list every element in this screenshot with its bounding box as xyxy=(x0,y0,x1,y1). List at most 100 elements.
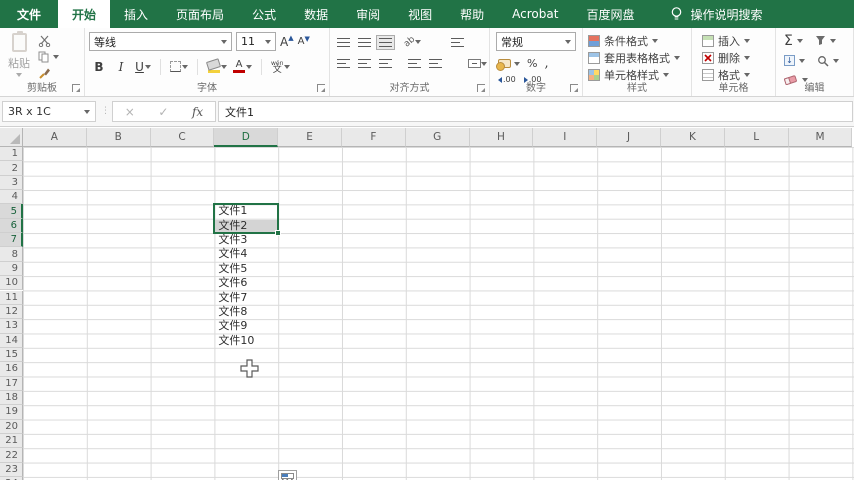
row-header-10[interactable]: 10 xyxy=(0,276,23,291)
insert-cells-button[interactable]: 插入 xyxy=(702,32,775,49)
clipboard-dialog-launcher[interactable] xyxy=(72,84,80,92)
row-header-6[interactable]: 6 xyxy=(0,218,23,234)
cell-D8[interactable]: 文件4 xyxy=(214,247,278,261)
paste-button[interactable]: 粘贴 xyxy=(0,28,38,79)
format-painter-button[interactable] xyxy=(38,66,59,79)
cut-button[interactable] xyxy=(38,34,59,47)
font-name-input[interactable]: 等线 xyxy=(89,32,232,51)
percent-style-button[interactable]: % xyxy=(527,57,537,70)
row-header-17[interactable]: 17 xyxy=(0,376,23,391)
cell-D11[interactable]: 文件7 xyxy=(214,291,278,305)
column-header-D[interactable]: D xyxy=(214,128,279,147)
wrap-text-button[interactable] xyxy=(448,35,467,50)
phonetic-guide-button[interactable]: wén 文 xyxy=(271,58,291,75)
row-header-3[interactable]: 3 xyxy=(0,175,23,191)
column-header-A[interactable]: A xyxy=(23,128,87,147)
column-header-L[interactable]: L xyxy=(724,128,789,147)
number-dialog-launcher[interactable] xyxy=(570,84,578,92)
row-header-20[interactable]: 20 xyxy=(0,419,23,434)
row-header-2[interactable]: 2 xyxy=(0,161,23,176)
merge-center-button[interactable] xyxy=(465,56,490,71)
tab-data[interactable]: 数据 xyxy=(290,0,342,28)
name-box[interactable]: 3R x 1C xyxy=(2,101,96,122)
find-select-button[interactable] xyxy=(817,52,839,69)
row-header-19[interactable]: 19 xyxy=(0,405,23,420)
align-left-button[interactable] xyxy=(334,56,353,71)
align-top-button[interactable] xyxy=(334,35,353,50)
cell-D7[interactable]: 文件3 xyxy=(214,233,278,247)
quick-analysis-button[interactable]: ••• xyxy=(278,470,297,480)
italic-button[interactable]: I xyxy=(113,58,129,75)
font-size-input[interactable]: 11 xyxy=(236,32,276,51)
row-header-5[interactable]: 5 xyxy=(0,204,23,219)
increase-indent-button[interactable] xyxy=(426,56,449,71)
tab-view[interactable]: 视图 xyxy=(394,0,446,28)
insert-function-button[interactable]: fx xyxy=(192,105,203,119)
enter-button[interactable]: ✓ xyxy=(158,105,168,119)
font-color-button[interactable]: A xyxy=(233,58,252,75)
row-header-11[interactable]: 11 xyxy=(0,290,23,305)
column-header-F[interactable]: F xyxy=(342,128,406,147)
column-header-K[interactable]: K xyxy=(661,128,725,147)
tab-formulas[interactable]: 公式 xyxy=(238,0,290,28)
select-all-button[interactable] xyxy=(0,128,23,147)
sort-filter-button[interactable] xyxy=(815,32,836,49)
align-center-button[interactable] xyxy=(355,56,374,71)
sheet-area[interactable] xyxy=(23,147,854,480)
tab-baidu-netdisk[interactable]: 百度网盘 xyxy=(572,0,648,28)
column-header-J[interactable]: J xyxy=(597,128,661,147)
align-bottom-button[interactable] xyxy=(376,34,395,50)
cell-D12[interactable]: 文件8 xyxy=(214,305,278,319)
row-header-9[interactable]: 9 xyxy=(0,261,23,277)
row-header-16[interactable]: 16 xyxy=(0,362,23,377)
row-header-7[interactable]: 7 xyxy=(0,233,23,248)
row-header-21[interactable]: 21 xyxy=(0,434,23,449)
copy-button[interactable] xyxy=(38,50,59,63)
decrease-indent-button[interactable] xyxy=(401,56,424,71)
tab-review[interactable]: 审阅 xyxy=(342,0,394,28)
row-header-18[interactable]: 18 xyxy=(0,390,23,406)
orientation-button[interactable]: ab xyxy=(401,34,424,50)
tab-acrobat[interactable]: Acrobat xyxy=(498,0,572,28)
increase-font-size-button[interactable]: A ▲ xyxy=(280,34,294,49)
bold-button[interactable]: B xyxy=(91,58,107,75)
formula-input[interactable]: 文件1 xyxy=(218,101,853,122)
column-header-C[interactable]: C xyxy=(150,128,215,147)
column-header-I[interactable]: I xyxy=(533,128,598,147)
row-header-14[interactable]: 14 xyxy=(0,333,23,348)
row-header-23[interactable]: 23 xyxy=(0,462,23,478)
alignment-dialog-launcher[interactable] xyxy=(477,84,485,92)
accounting-format-button[interactable] xyxy=(496,59,520,71)
align-middle-button[interactable] xyxy=(355,35,374,50)
align-right-button[interactable] xyxy=(376,56,395,71)
delete-cells-button[interactable]: 删除 xyxy=(702,49,775,66)
column-header-M[interactable]: M xyxy=(788,128,853,147)
autosum-button[interactable]: Σ xyxy=(784,32,803,49)
conditional-formatting-button[interactable]: 条件格式 xyxy=(588,32,691,49)
column-header-H[interactable]: H xyxy=(469,128,534,147)
row-header-8[interactable]: 8 xyxy=(0,247,23,262)
cell-D14[interactable]: 文件10 xyxy=(214,334,278,348)
tab-page-layout[interactable]: 页面布局 xyxy=(162,0,238,28)
row-header-12[interactable]: 12 xyxy=(0,304,23,320)
font-dialog-launcher[interactable] xyxy=(317,84,325,92)
column-header-G[interactable]: G xyxy=(405,128,470,147)
tab-file[interactable]: 文件 xyxy=(0,0,59,28)
tab-home[interactable]: 开始 xyxy=(58,0,111,28)
cancel-button[interactable]: × xyxy=(125,105,135,119)
column-header-E[interactable]: E xyxy=(278,128,342,147)
row-header-1[interactable]: 1 xyxy=(0,147,23,162)
row-header-4[interactable]: 4 xyxy=(0,190,23,205)
fill-color-button[interactable] xyxy=(205,58,227,75)
tell-me-search[interactable]: 操作说明搜索 xyxy=(670,0,762,28)
tab-help[interactable]: 帮助 xyxy=(446,0,498,28)
fill-handle[interactable] xyxy=(275,230,282,237)
decrease-font-size-button[interactable]: A ▼ xyxy=(298,36,310,48)
tab-insert[interactable]: 插入 xyxy=(110,0,162,28)
row-header-22[interactable]: 22 xyxy=(0,448,23,463)
column-header-B[interactable]: B xyxy=(86,128,151,147)
fill-button[interactable]: ↓ xyxy=(784,52,805,69)
underline-button[interactable]: U xyxy=(135,58,151,75)
cell-D10[interactable]: 文件6 xyxy=(214,276,278,290)
row-header-15[interactable]: 15 xyxy=(0,347,23,363)
